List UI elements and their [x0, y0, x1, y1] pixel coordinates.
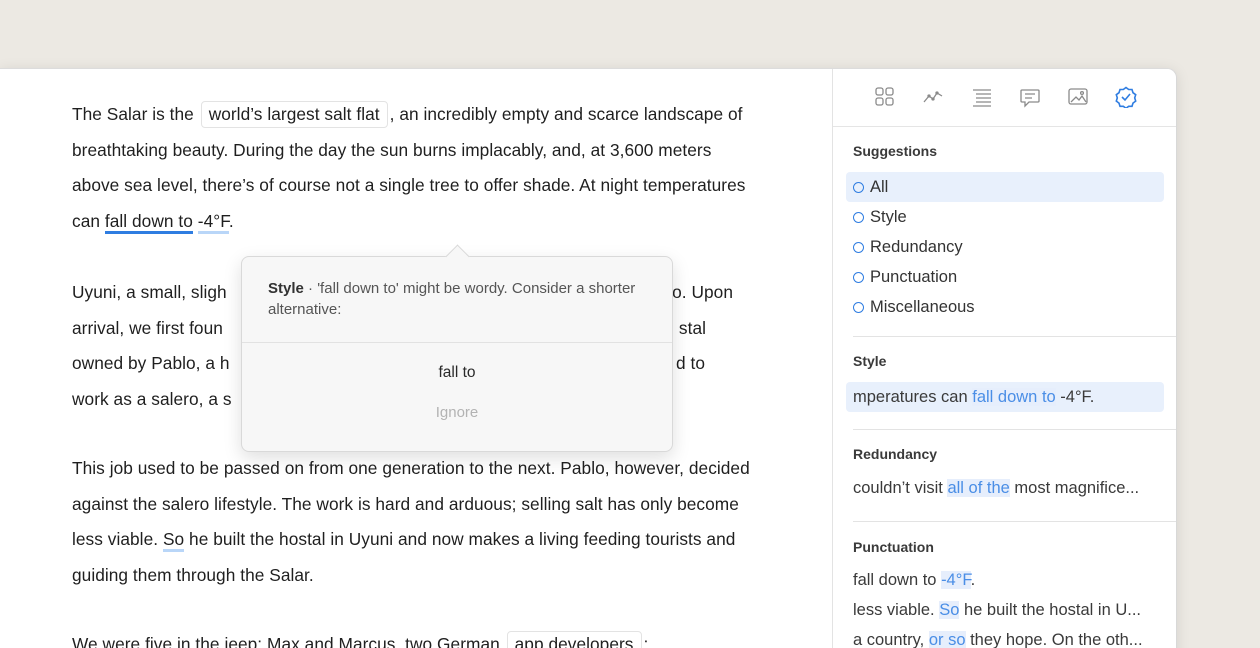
text-run: o. Upon — [672, 282, 733, 302]
snippet-text: he built the hostal in U... — [959, 601, 1142, 619]
snippet-highlight: So — [939, 601, 960, 619]
snippet-text: fall down to — [853, 571, 942, 589]
ring-icon — [853, 211, 864, 223]
text-run: Uyuni, a small, sligh — [72, 282, 227, 302]
divider — [242, 342, 672, 343]
paragraph-3: This job used to be passed on from one g… — [72, 451, 752, 593]
filter-label: Miscellaneous — [870, 298, 975, 316]
filter-label: All — [870, 178, 889, 196]
filter-label: Punctuation — [870, 268, 958, 286]
divider — [853, 521, 1176, 522]
snippet-text: less viable. — [853, 601, 940, 619]
snippet-text: a country, — [853, 631, 929, 648]
snippet-text: couldn’t visit — [853, 479, 948, 497]
text-editor[interactable]: The Salar is the world’s largest salt fl… — [0, 69, 832, 648]
snippet-highlight: all of the — [947, 479, 1010, 497]
style-section-title: Style — [853, 353, 887, 369]
filter-miscellaneous[interactable]: Miscellaneous — [846, 292, 1164, 322]
filter-label: Redundancy — [870, 238, 963, 256]
text-run: . — [228, 210, 234, 231]
text-run: The Salar is the — [72, 104, 199, 124]
checkmark-badge-icon[interactable] — [1115, 86, 1137, 110]
ring-icon — [853, 181, 864, 193]
flagged-phrase-so[interactable]: So — [162, 529, 185, 552]
popover-category: Style — [268, 280, 304, 297]
flagged-phrase-chip[interactable]: world’s largest salt flat — [200, 101, 388, 128]
punctuation-suggestion-item[interactable]: fall down to -4°F. — [853, 571, 1165, 590]
snippet-highlight: fall down to — [972, 388, 1056, 406]
text-run: ; — [643, 634, 649, 648]
suggestions-sidebar: Suggestions All Style Redundancy Punctua… — [832, 69, 1176, 648]
popover-message-text: · 'fall down to' might be wordy. Conside… — [268, 280, 636, 318]
filter-punctuation[interactable]: Punctuation — [846, 262, 1164, 292]
popover-arrow — [445, 244, 470, 269]
snippet-highlight: or so — [928, 631, 966, 648]
flagged-phrase-chip[interactable]: app developers — [506, 631, 642, 648]
ring-icon — [853, 271, 864, 283]
paragraph-1: The Salar is the world’s largest salt fl… — [72, 97, 752, 239]
divider — [853, 336, 1176, 337]
text-run: d to — [675, 353, 705, 373]
snippet-text: mperatures can — [853, 388, 973, 406]
ring-icon — [853, 241, 864, 253]
snippet-text: they hope. On the oth... — [965, 631, 1143, 648]
redundancy-section-title: Redundancy — [853, 446, 938, 462]
filter-redundancy[interactable]: Redundancy — [846, 232, 1164, 262]
suggestion-popover: Style · 'fall down to' might be wordy. C… — [241, 244, 673, 452]
text-run: owned by Pablo, a h — [72, 353, 230, 373]
overview-icon[interactable] — [874, 86, 896, 108]
flagged-phrase-punctuation[interactable]: -4°F — [197, 210, 229, 234]
punctuation-suggestion-item[interactable]: a country, or so they hope. On the oth..… — [853, 631, 1165, 648]
snippet-highlight: -4°F — [941, 571, 971, 589]
snippet-text: . — [970, 571, 976, 589]
comments-icon[interactable] — [1019, 86, 1041, 108]
style-suggestion-item[interactable]: mperatures can fall down to -4°F. — [846, 382, 1164, 412]
flagged-phrase-active[interactable]: fall down to — [104, 210, 193, 234]
app-window: The Salar is the world’s largest salt fl… — [0, 68, 1177, 648]
ignore-button[interactable]: Ignore — [242, 404, 672, 421]
text-run: We were five in the jeep: Max and Marcus… — [72, 634, 505, 648]
redundancy-suggestion-item[interactable]: couldn’t visit all of the most magnifice… — [853, 479, 1165, 498]
filter-style[interactable]: Style — [846, 202, 1164, 232]
paragraph-4: We were five in the jeep: Max and Marcus… — [72, 627, 752, 648]
ring-icon — [853, 301, 864, 313]
punctuation-suggestion-item[interactable]: less viable. So he built the hostal in U… — [853, 601, 1165, 620]
stats-icon[interactable] — [922, 86, 944, 108]
outline-icon[interactable] — [971, 86, 993, 108]
apply-suggestion-button[interactable]: fall to — [242, 364, 672, 382]
filter-label: Style — [870, 208, 907, 226]
snippet-text: -4°F. — [1055, 388, 1095, 406]
text-run: arrival, we first foun — [72, 317, 223, 338]
punctuation-section-title: Punctuation — [853, 539, 934, 555]
suggestions-title: Suggestions — [853, 143, 938, 159]
divider — [853, 429, 1176, 430]
sidebar-tabbar — [833, 69, 1176, 127]
popover-message: Style · 'fall down to' might be wordy. C… — [268, 278, 648, 320]
filter-all[interactable]: All — [846, 172, 1164, 202]
text-run: work as a salero, a s — [72, 388, 232, 409]
image-icon[interactable] — [1067, 86, 1089, 108]
text-run: stal — [678, 317, 706, 338]
snippet-text: most magnifice... — [1009, 479, 1140, 497]
